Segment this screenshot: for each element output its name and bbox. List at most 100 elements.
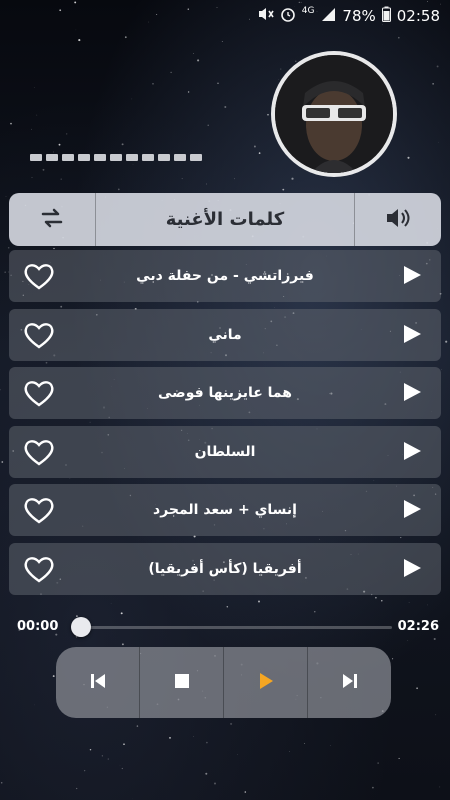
star: [152, 82, 154, 85]
star: [31, 177, 33, 178]
star: [226, 606, 229, 608]
play-icon[interactable]: [404, 383, 421, 401]
track-title: ماني: [208, 326, 242, 343]
star: [396, 103, 397, 104]
seek-track[interactable]: [80, 626, 392, 629]
star: [392, 658, 394, 660]
battery-icon: [381, 6, 391, 26]
track-title: هما عايزينها فوضى: [158, 385, 292, 401]
star: [76, 787, 78, 790]
total-duration: 02:26: [397, 619, 439, 634]
star: [1, 461, 4, 463]
player-controls: [56, 647, 391, 718]
favorite-heart-icon[interactable]: [23, 320, 55, 350]
star: [205, 772, 208, 775]
star: [58, 143, 61, 146]
star: [253, 145, 256, 148]
star: [110, 603, 112, 604]
network-type: 4G: [301, 6, 315, 16]
star: [398, 36, 400, 39]
star: [407, 156, 410, 159]
track-list: فيرزاتشي - من حفلة دبي ماني هما عايزينها…: [9, 250, 441, 601]
next-button[interactable]: [308, 647, 391, 718]
star: [33, 87, 35, 88]
star: [5, 195, 7, 197]
star: [4, 271, 7, 274]
waveform-indicator: [30, 154, 202, 161]
play-icon[interactable]: [404, 266, 421, 284]
star: [224, 106, 227, 108]
volume-button[interactable]: [354, 193, 441, 246]
track-row[interactable]: إنساي + سعد المجرد: [9, 484, 441, 536]
star: [52, 675, 55, 678]
star: [197, 59, 200, 62]
star: [230, 722, 233, 725]
star: [10, 122, 12, 125]
star: [436, 65, 439, 68]
star: [282, 188, 285, 191]
star: [416, 687, 418, 690]
star: [304, 743, 305, 744]
star: [427, 604, 428, 606]
signal-icon: [320, 7, 336, 25]
play-icon[interactable]: [404, 441, 421, 460]
star: [372, 786, 374, 789]
clock: 02:58: [396, 7, 440, 25]
star: [0, 389, 1, 391]
star: [445, 340, 448, 343]
star: [124, 36, 127, 39]
repeat-button[interactable]: [9, 193, 96, 246]
star: [438, 141, 439, 143]
star: [123, 743, 125, 745]
star: [136, 725, 139, 727]
seek-thumb[interactable]: [71, 617, 91, 637]
track-row[interactable]: أفريقيا (كأس أفريقيا): [9, 542, 441, 595]
mute-icon: [258, 7, 274, 25]
star: [408, 602, 410, 603]
play-button[interactable]: [224, 647, 308, 718]
track-row[interactable]: فيرزاتشي - من حفلة دبي: [9, 250, 441, 302]
star: [280, 68, 282, 70]
favorite-heart-icon[interactable]: [23, 261, 55, 291]
favorite-heart-icon[interactable]: [23, 437, 55, 467]
star: [432, 83, 434, 85]
track-title: إنساي + سعد المجرد: [153, 502, 297, 518]
lyrics-button[interactable]: كلمات الأغنية: [96, 209, 354, 230]
previous-button[interactable]: [56, 647, 140, 718]
star: [187, 91, 190, 93]
star: [377, 762, 379, 764]
star: [193, 53, 194, 54]
star: [221, 41, 223, 43]
star: [267, 113, 269, 116]
star: [207, 124, 209, 126]
play-icon[interactable]: [404, 324, 421, 343]
battery-percent: 78%: [342, 7, 376, 25]
star: [36, 114, 38, 116]
play-icon[interactable]: [404, 558, 421, 577]
star: [34, 704, 35, 706]
artist-avatar: [275, 55, 393, 173]
track-title: السلطان: [194, 443, 256, 460]
stop-button[interactable]: [140, 647, 224, 718]
track-title: فيرزاتشي - من حفلة دبي: [136, 268, 314, 284]
star: [234, 178, 235, 180]
star: [60, 178, 62, 180]
star: [117, 188, 120, 191]
star: [66, 133, 68, 135]
play-icon[interactable]: [404, 500, 421, 518]
star: [107, 758, 109, 760]
favorite-heart-icon[interactable]: [23, 495, 55, 525]
favorite-heart-icon[interactable]: [23, 554, 55, 584]
skip-next-icon: [340, 671, 360, 695]
status-bar: 4G 78% 02:58: [0, 0, 450, 32]
favorite-heart-icon[interactable]: [23, 378, 55, 408]
star: [439, 786, 441, 788]
track-row[interactable]: ماني: [9, 308, 441, 361]
track-row[interactable]: هما عايزينها فوضى: [9, 367, 441, 419]
track-row[interactable]: السلطان: [9, 425, 441, 478]
star: [278, 79, 280, 80]
star: [52, 151, 54, 153]
seek-bar: 00:00 02:26: [0, 612, 450, 642]
lyrics-header-bar: كلمات الأغنية: [9, 193, 441, 246]
star: [121, 143, 124, 146]
